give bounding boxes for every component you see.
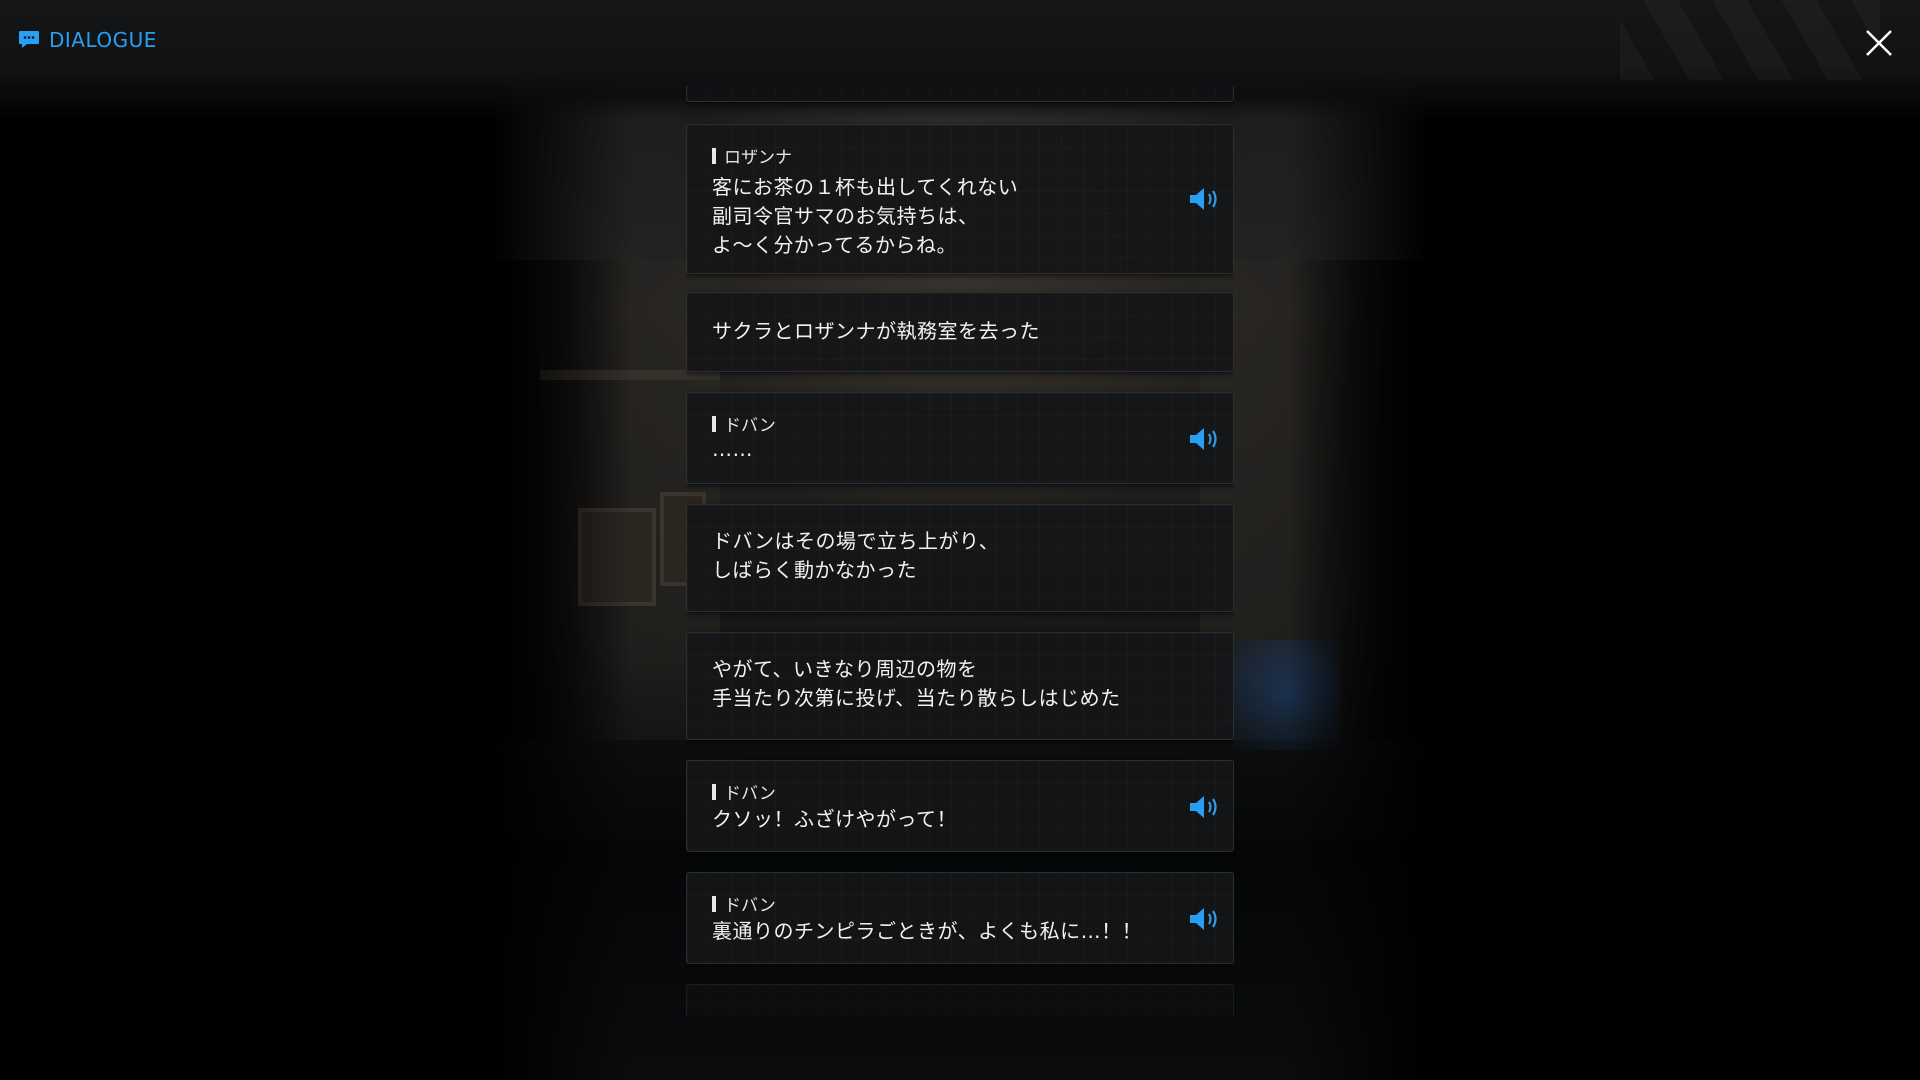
dialogue-entry: サクラとロザンナが執務室を去った: [686, 292, 1234, 372]
dialogue-title: DIALOGUE: [18, 28, 157, 52]
dialogue-title-label: DIALOGUE: [49, 28, 157, 52]
speaker-name: ドバン: [712, 779, 776, 804]
chat-bubble-icon: [19, 31, 39, 48]
dialogue-entry: ドバンはその場で立ち上がり、 しばらく動かなかった: [686, 504, 1234, 612]
speaker-icon: [1190, 796, 1217, 818]
speaker-label: ドバン: [724, 896, 776, 916]
voice-play-button[interactable]: [1188, 185, 1224, 213]
close-icon: [1866, 30, 1892, 56]
voice-play-button[interactable]: [1188, 905, 1224, 933]
dialogue-log-screen: DIALOGUE ロザンナ 客にお茶の１杯も出してくれない 副司令官サマのお気持…: [0, 0, 1920, 1080]
dialogue-text: 客にお茶の１杯も出してくれない 副司令官サマのお気持ちは、 よ～く分かってるから…: [712, 175, 1019, 257]
speaker-name: ドバン: [712, 411, 776, 436]
dialogue-entry: やがて、いきなり周辺の物を 手当たり次第に投げ、当たり散らしはじめた: [686, 632, 1234, 740]
speaker-marker: [712, 895, 716, 912]
voice-play-button[interactable]: [1188, 793, 1224, 821]
dialogue-list[interactable]: ロザンナ 客にお茶の１杯も出してくれない 副司令官サマのお気持ちは、 よ～く分か…: [686, 86, 1234, 1016]
speaker-name: ロザンナ: [712, 143, 792, 168]
speaker-marker: [712, 783, 716, 800]
dialogue-entry: ドバン クソッ！ふざけやがって！: [686, 760, 1234, 852]
speaker-label: ロザンナ: [724, 148, 792, 168]
dialogue-text: ……: [712, 437, 753, 461]
dialogue-entry: ドバン ……: [686, 392, 1234, 484]
header-decoration: [1620, 0, 1880, 80]
dialogue-entry: [686, 86, 1234, 102]
speaker-label: ドバン: [724, 416, 776, 436]
dialogue-text: クソッ！ふざけやがって！: [712, 807, 957, 831]
speaker-marker: [712, 415, 716, 432]
speaker-label: ドバン: [724, 784, 776, 804]
dialogue-entry: ドバン 裏通りのチンピラごときが、よくも私に…！！: [686, 872, 1234, 964]
dialogue-text: やがて、いきなり周辺の物を 手当たり次第に投げ、当たり散らしはじめた: [712, 657, 1121, 710]
voice-play-button[interactable]: [1188, 425, 1224, 453]
dialogue-text: サクラとロザンナが執務室を去った: [712, 319, 1040, 343]
dialogue-text: ドバンはその場で立ち上がり、 しばらく動かなかった: [712, 529, 1000, 582]
dialogue-entry: ロザンナ 客にお茶の１杯も出してくれない 副司令官サマのお気持ちは、 よ～く分か…: [686, 124, 1234, 274]
dialogue-text: 裏通りのチンピラごときが、よくも私に…！！: [712, 919, 1143, 943]
speaker-name: ドバン: [712, 891, 776, 916]
speaker-icon: [1190, 428, 1217, 450]
dialogue-entry: [686, 984, 1234, 1016]
speaker-icon: [1190, 188, 1217, 210]
speaker-icon: [1190, 908, 1217, 930]
speaker-marker: [712, 147, 716, 164]
close-button[interactable]: [1862, 26, 1896, 60]
